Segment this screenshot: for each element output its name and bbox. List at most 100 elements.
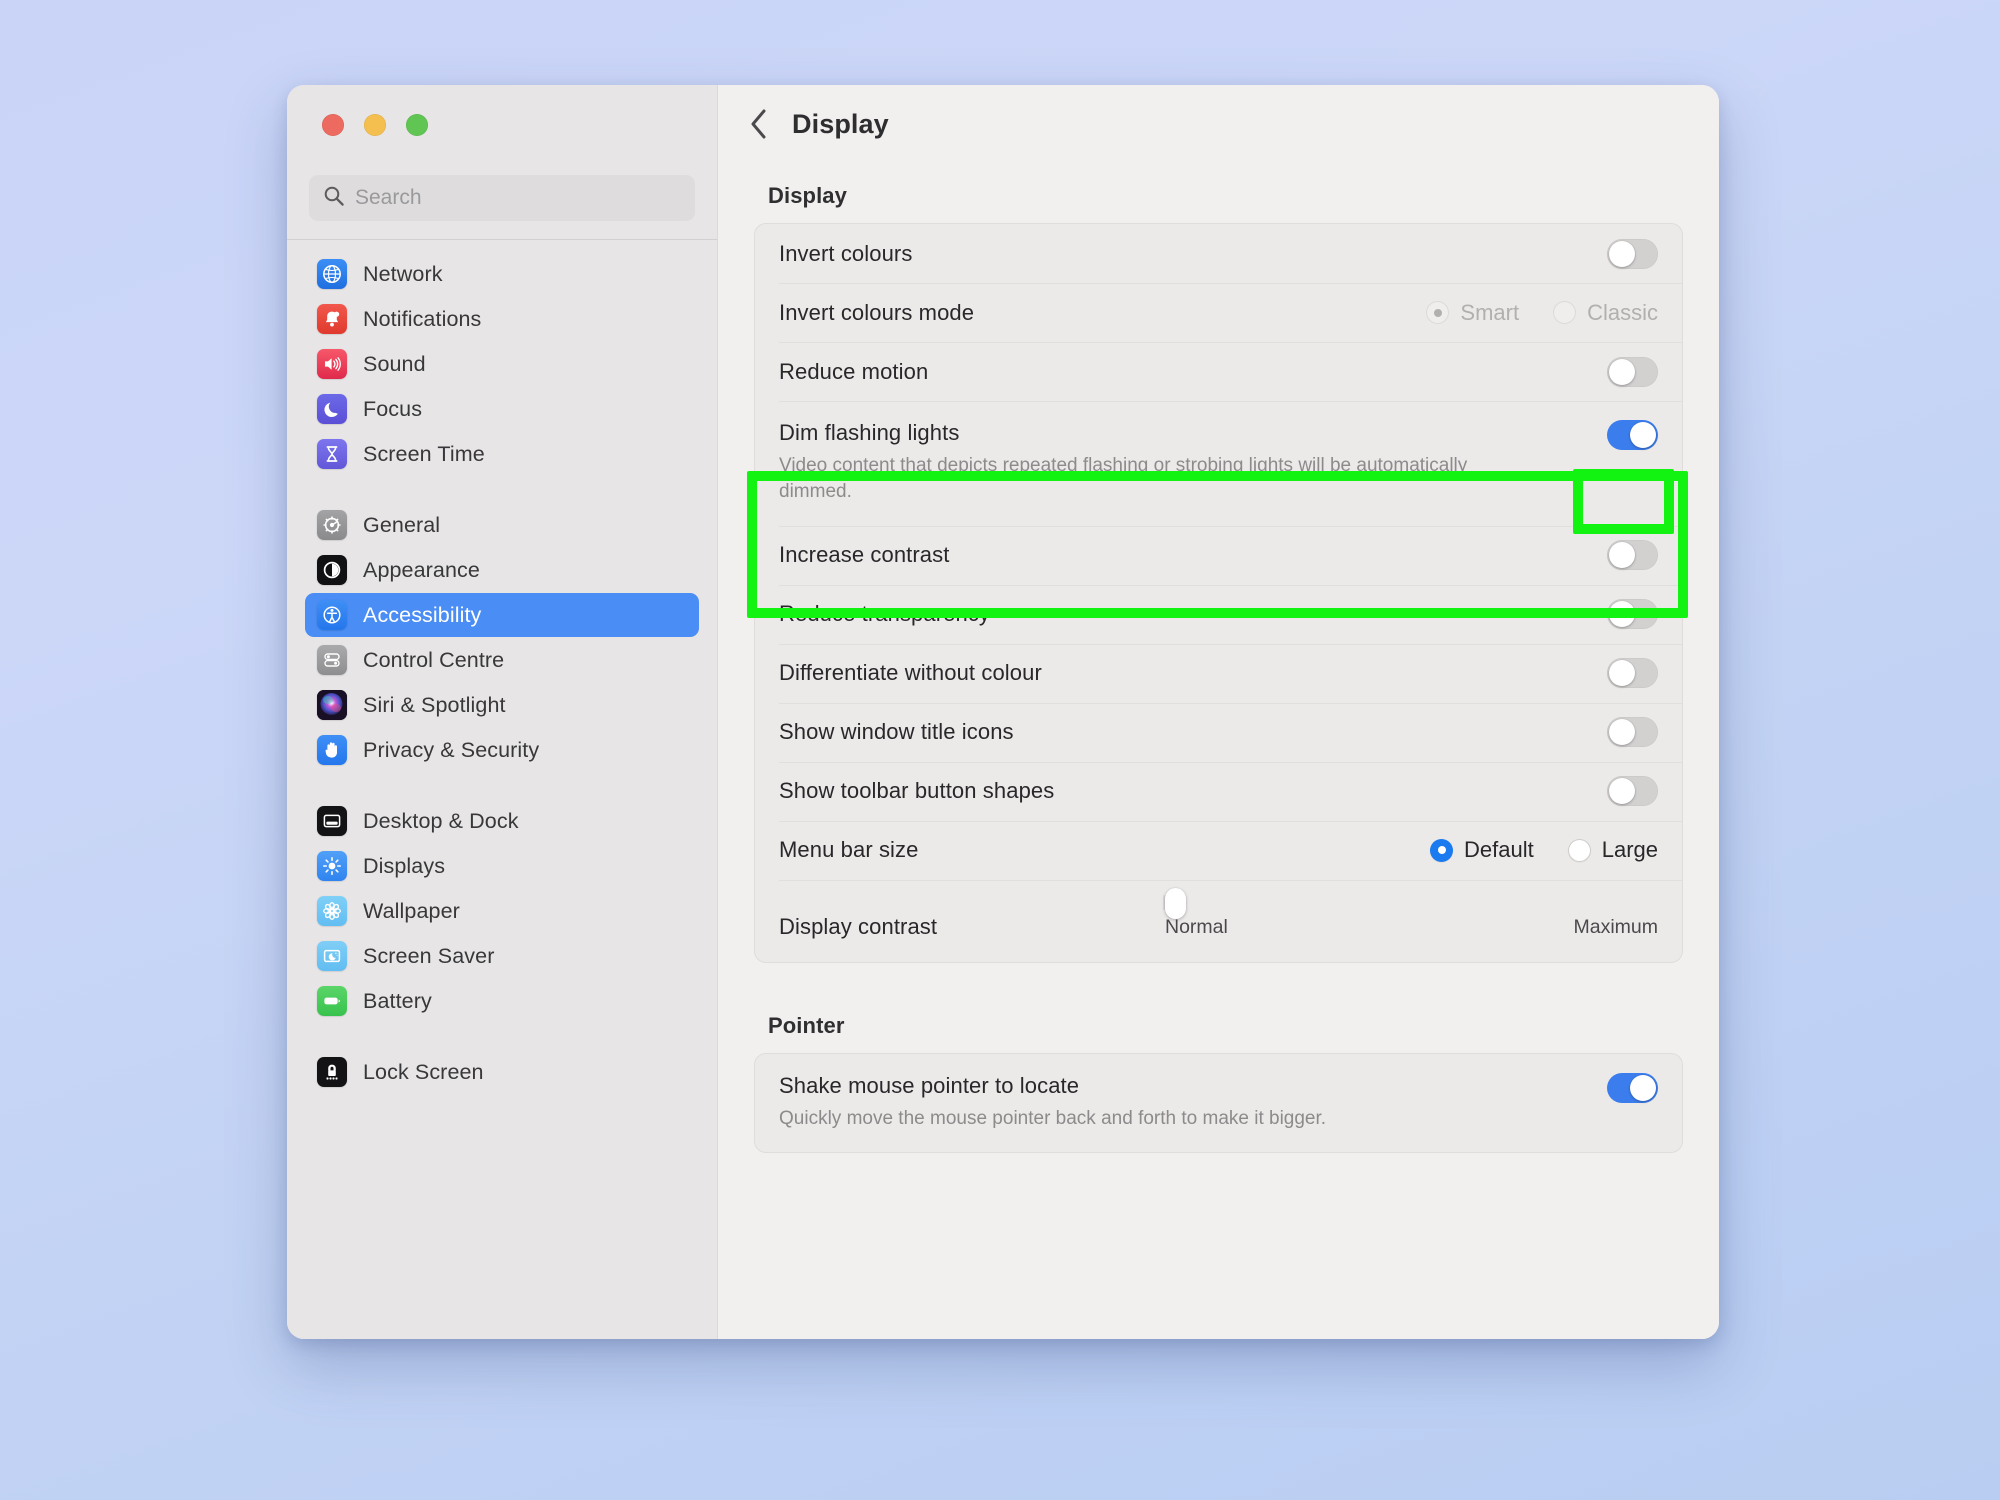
hourglass-icon	[317, 439, 347, 469]
sidebar-item-screen-time[interactable]: Screen Time	[305, 432, 699, 476]
reduce-transparency-toggle[interactable]	[1607, 599, 1658, 630]
pointer-settings-card: Shake mouse pointer to locate Quickly mo…	[754, 1052, 1683, 1154]
brightness-icon	[317, 851, 347, 881]
sidebar-item-siri-spotlight[interactable]: Siri & Spotlight	[305, 683, 699, 727]
sidebar-item-screen-saver[interactable]: Screen Saver	[305, 934, 699, 978]
row-label: Increase contrast	[779, 542, 950, 568]
row-display-contrast[interactable]: Display contrast Normal Maximum	[755, 879, 1682, 962]
content-pane: Display Display Invert colours Invert co…	[717, 85, 1719, 1339]
menu-bar-size-radio-group[interactable]: Default Large	[1430, 837, 1658, 863]
radio-label: Classic	[1587, 299, 1658, 325]
minimize-button[interactable]	[364, 114, 386, 136]
slider-knob[interactable]	[1165, 887, 1186, 919]
sidebar-item-network[interactable]: Network	[305, 252, 699, 296]
row-label: Menu bar size	[779, 837, 919, 863]
section-heading-pointer: Pointer	[768, 1012, 845, 1038]
row-label: Differentiate without colour	[779, 660, 1042, 686]
radio-option-smart[interactable]: Smart	[1426, 300, 1519, 326]
row-sublabel: Quickly move the mouse pointer back and …	[779, 1107, 1327, 1129]
row-text-block: Shake mouse pointer to locate Quickly mo…	[779, 1073, 1326, 1132]
row-reduce-transparency[interactable]: Reduce transparency	[755, 584, 1682, 644]
invert-colours-toggle[interactable]	[1607, 238, 1658, 269]
increase-contrast-toggle[interactable]	[1607, 540, 1658, 571]
sidebar-item-desktop-dock[interactable]: Desktop & Dock	[305, 799, 699, 843]
chevron-left-icon[interactable]	[748, 107, 770, 141]
radio-indicator	[1426, 301, 1450, 324]
sidebar-item-label: Desktop & Dock	[363, 808, 519, 833]
control-centre-icon	[317, 645, 347, 675]
row-invert-colours-mode[interactable]: Invert colours mode Smart Classic	[755, 283, 1682, 342]
row-reduce-motion[interactable]: Reduce motion	[755, 342, 1682, 401]
search-box[interactable]	[309, 175, 695, 221]
speaker-icon	[317, 349, 347, 379]
sidebar-item-appearance[interactable]: Appearance	[305, 548, 699, 592]
sidebar-item-label: Control Centre	[363, 647, 505, 672]
sidebar-item-displays[interactable]: Displays	[305, 844, 699, 888]
sidebar-item-privacy-security[interactable]: Privacy & Security	[305, 728, 699, 772]
sidebar-item-control-centre[interactable]: Control Centre	[305, 638, 699, 682]
sidebar-item-sound[interactable]: Sound	[305, 342, 699, 386]
row-show-window-title-icons[interactable]: Show window title icons	[755, 702, 1682, 762]
row-differentiate-without-colour[interactable]: Differentiate without colour	[755, 643, 1682, 703]
row-invert-colours[interactable]: Invert colours	[755, 224, 1682, 283]
window-controls	[287, 85, 717, 165]
siri-icon	[317, 690, 347, 720]
row-label: Dim flashing lights	[779, 420, 960, 445]
radio-label: Large	[1601, 837, 1658, 863]
row-show-toolbar-button-shapes[interactable]: Show toolbar button shapes	[755, 761, 1682, 821]
search-input[interactable]	[355, 186, 681, 210]
sidebar-item-label: Focus	[363, 396, 423, 421]
radio-indicator	[1430, 838, 1453, 862]
show-window-title-icons-toggle[interactable]	[1607, 717, 1658, 748]
row-menu-bar-size[interactable]: Menu bar size Default Large	[755, 820, 1682, 880]
moon-icon	[317, 394, 347, 424]
bell-icon	[317, 304, 347, 334]
slider-min-label: Normal	[1165, 915, 1228, 938]
sidebar-item-label: Sound	[363, 351, 426, 376]
close-button[interactable]	[322, 114, 344, 136]
row-label: Show window title icons	[779, 719, 1014, 745]
sidebar-item-general[interactable]: General	[305, 503, 699, 547]
sidebar-item-label: Accessibility	[363, 602, 482, 627]
row-label: Reduce motion	[779, 358, 929, 384]
row-dim-flashing-lights[interactable]: Dim flashing lights Video content that d…	[755, 401, 1682, 526]
sidebar-item-label: Screen Saver	[363, 943, 495, 968]
radio-option-large[interactable]: Large	[1567, 837, 1658, 863]
shake-mouse-pointer-toggle[interactable]	[1607, 1072, 1658, 1103]
dim-flashing-lights-toggle[interactable]	[1607, 420, 1658, 450]
show-toolbar-button-shapes-toggle[interactable]	[1607, 776, 1658, 807]
sidebar-item-label: Appearance	[363, 557, 480, 582]
invert-colours-mode-radio-group[interactable]: Smart Classic	[1426, 300, 1658, 326]
screen-saver-icon	[317, 941, 347, 971]
sidebar-item-notifications[interactable]: Notifications	[305, 297, 699, 341]
sidebar-item-label: Siri & Spotlight	[363, 692, 506, 717]
sidebar: Network Notifications	[287, 85, 717, 1339]
gear-icon	[317, 510, 347, 540]
radio-label: Smart	[1460, 299, 1520, 325]
radio-option-default[interactable]: Default	[1430, 837, 1534, 863]
reduce-motion-toggle[interactable]	[1607, 356, 1658, 387]
search-container	[287, 165, 717, 239]
slider-max-label: Maximum	[1573, 915, 1658, 938]
settings-scroll-area[interactable]: Display Invert colours Invert colours mo…	[718, 163, 1719, 1339]
sidebar-item-label: Wallpaper	[363, 898, 460, 923]
row-increase-contrast[interactable]: Increase contrast	[755, 525, 1682, 585]
row-label: Show toolbar button shapes	[779, 778, 1055, 804]
differentiate-without-colour-toggle[interactable]	[1607, 658, 1658, 689]
radio-option-classic[interactable]: Classic	[1553, 300, 1658, 326]
row-label: Shake mouse pointer to locate	[779, 1072, 1080, 1098]
sidebar-item-focus[interactable]: Focus	[305, 387, 699, 431]
sidebar-item-lock-screen[interactable]: Lock Screen	[305, 1050, 699, 1094]
display-settings-card: Invert colours Invert colours mode Smart…	[754, 223, 1683, 963]
row-label: Reduce transparency	[779, 601, 991, 627]
sidebar-item-battery[interactable]: Battery	[305, 979, 699, 1023]
maximize-button[interactable]	[406, 114, 428, 136]
desktop-dock-icon	[317, 806, 347, 836]
sidebar-item-accessibility[interactable]: Accessibility	[305, 593, 699, 637]
sidebar-item-label: Displays	[363, 853, 446, 878]
row-shake-mouse-pointer[interactable]: Shake mouse pointer to locate Quickly mo…	[755, 1054, 1682, 1153]
display-contrast-slider[interactable]: Normal Maximum	[1163, 887, 1658, 939]
sidebar-item-wallpaper[interactable]: Wallpaper	[305, 889, 699, 933]
